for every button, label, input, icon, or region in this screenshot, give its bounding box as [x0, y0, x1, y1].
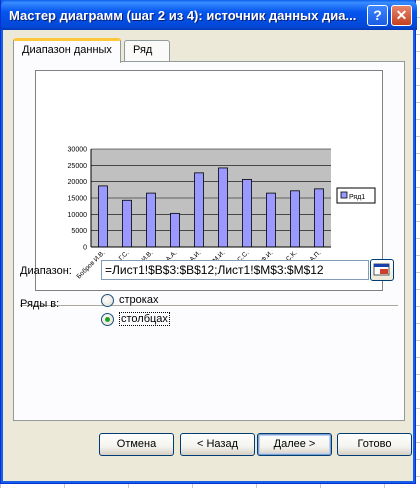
- y-tick-label: 0: [83, 245, 87, 252]
- series-in-label: Ряды в:: [20, 298, 60, 310]
- range-label: Диапазон:: [20, 265, 72, 277]
- finish-button[interactable]: Готово: [337, 433, 412, 456]
- next-button[interactable]: Далее >: [257, 433, 332, 456]
- back-button[interactable]: < Назад: [180, 433, 255, 456]
- range-collapse-button[interactable]: [370, 259, 394, 281]
- bar: [242, 178, 252, 248]
- chart-svg: 050001000015000200002500030000 Бобров И.…: [68, 147, 376, 281]
- bar: [290, 190, 300, 248]
- chart-wizard-dialog: Мастер диаграмм (шаг 2 из 4): источник д…: [0, 0, 417, 484]
- y-tick-label: 15000: [68, 196, 88, 203]
- cancel-button[interactable]: Отмена: [99, 433, 174, 456]
- tab-data-range[interactable]: Диапазон данных: [13, 38, 121, 63]
- bar: [122, 199, 132, 248]
- legend: Ряд1: [336, 187, 376, 204]
- separator: [20, 305, 398, 307]
- tab-series[interactable]: Ряд: [124, 40, 170, 61]
- radio-selected-dot: [105, 317, 110, 322]
- chart-preview: 0 5000 10000 15000 20000 25000 30000 Бобров И.…: [35, 70, 383, 291]
- y-tick-label: 10000: [68, 212, 88, 219]
- y-tick-label: 5000: [71, 228, 87, 235]
- bar: [146, 192, 156, 248]
- collapse-dialog-icon: [373, 263, 390, 276]
- bar: [314, 188, 324, 248]
- bar: [98, 185, 108, 248]
- tab-panel: 0 5000 10000 15000 20000 25000 30000 Бобров И.…: [13, 61, 405, 421]
- bar: [266, 192, 276, 248]
- y-tick-label: 25000: [68, 163, 88, 170]
- radio-columns-button[interactable]: [101, 313, 114, 326]
- title-bar[interactable]: Мастер диаграмм (шаг 2 из 4): источник д…: [1, 0, 417, 30]
- bar: [170, 212, 180, 248]
- range-input[interactable]: =Лист1!$B$3:$B$12;Лист1!$M$3:$M$12: [101, 260, 369, 280]
- legend-swatch: [340, 191, 348, 199]
- close-button[interactable]: ✕: [391, 5, 412, 26]
- y-tick-label: 30000: [68, 147, 88, 154]
- radio-columns-label: столбцах: [119, 312, 170, 326]
- legend-label: Ряд1: [349, 194, 365, 201]
- bar: [194, 172, 204, 248]
- bar: [218, 167, 228, 248]
- radio-rows-button[interactable]: [101, 294, 114, 307]
- window-title: Мастер диаграмм (шаг 2 из 4): источник д…: [9, 8, 357, 23]
- y-tick-label: 20000: [68, 179, 88, 186]
- help-button[interactable]: ?: [367, 5, 388, 26]
- radio-rows-label: строках: [119, 294, 159, 306]
